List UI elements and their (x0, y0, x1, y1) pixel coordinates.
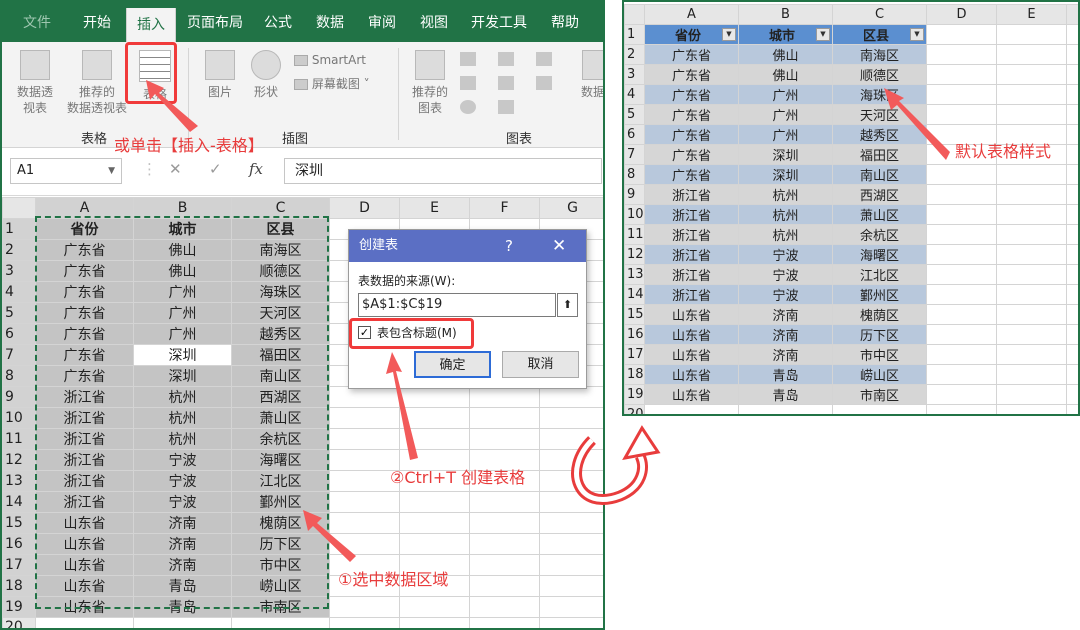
arrow-to-range (303, 510, 356, 562)
arrow-to-table-button (146, 80, 198, 132)
arrow-to-checkbox (386, 352, 418, 460)
arrow-to-table-style (884, 88, 950, 160)
annotation-arrows (146, 80, 950, 562)
transition-arrow (571, 425, 661, 505)
